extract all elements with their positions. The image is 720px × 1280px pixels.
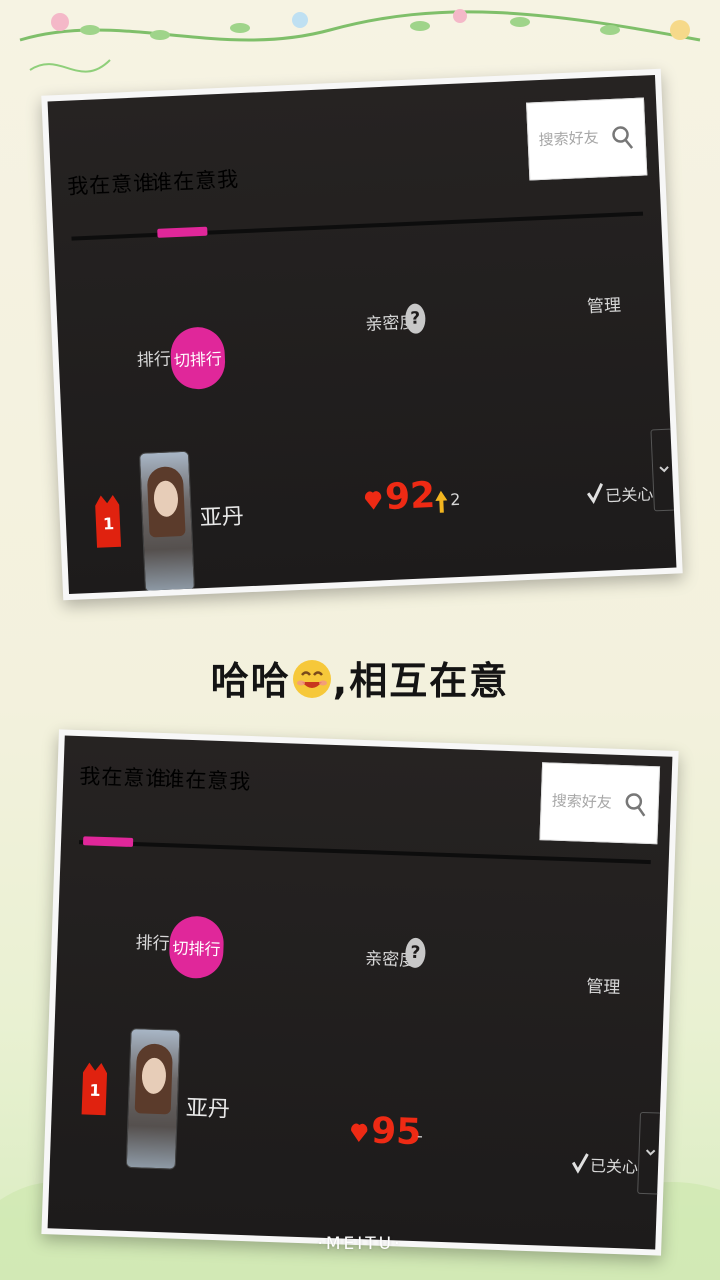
search-icon[interactable] [623, 790, 648, 819]
closeness-score: 95 [370, 1110, 422, 1154]
follow-status-button[interactable]: 已关心 [605, 480, 654, 506]
chevron-down-icon [645, 1149, 656, 1156]
user-name[interactable]: 亚丹 [199, 498, 244, 532]
avatar[interactable] [138, 450, 196, 593]
search-input[interactable]: 搜索好友 [526, 97, 648, 181]
app-screen: 我在意谁 谁在意我 搜索好友 排行 切排行 亲密度 ? 管理 1 亚丹 92 2… [47, 74, 677, 595]
more-options-button[interactable] [650, 428, 676, 512]
trend-change: - [416, 1126, 424, 1146]
search-input[interactable]: 搜索好友 [539, 762, 661, 845]
screenshot-card-bottom: 我在意谁 谁在意我 搜索好友 排行 切排行 亲密度 ? 管理 1 亚丹 95 -… [41, 729, 679, 1256]
tab-i-care-about[interactable]: 我在意谁 [79, 760, 168, 793]
column-rank-label: 排行 [136, 349, 172, 371]
smiling-face-icon [292, 660, 331, 698]
avatar[interactable] [125, 1028, 181, 1170]
app-screen: 我在意谁 谁在意我 搜索好友 排行 切排行 亲密度 ? 管理 1 亚丹 95 -… [47, 735, 673, 1250]
column-rank-label: 排行 [135, 933, 170, 955]
search-placeholder: 搜索好友 [551, 791, 613, 812]
rank-number: 1 [89, 1080, 101, 1100]
tab-indicator [82, 836, 134, 847]
heart-icon [364, 491, 382, 510]
switch-ranking-button[interactable]: 切排行 [169, 326, 227, 391]
help-icon[interactable]: ? [404, 303, 427, 335]
more-options-button[interactable] [637, 1111, 662, 1195]
caption-text: 哈哈 ,相互在意 [0, 650, 720, 705]
search-icon[interactable] [610, 123, 635, 152]
caption-text-before: 哈哈 [210, 659, 291, 703]
tab-divider [79, 840, 651, 865]
screenshot-card-top: 我在意谁 谁在意我 搜索好友 排行 切排行 亲密度 ? 管理 1 亚丹 92 2… [41, 68, 683, 601]
closeness-score: 92 [384, 474, 437, 519]
watermark: ·MEITU· [317, 1234, 403, 1254]
switch-ranking-button[interactable]: 切排行 [168, 915, 225, 980]
trend-up-icon [435, 490, 448, 513]
rank-number: 1 [102, 514, 115, 534]
tab-indicator [157, 226, 208, 238]
tab-who-cares-about-me[interactable]: 谁在意我 [163, 763, 252, 796]
check-icon [571, 1153, 589, 1174]
heart-icon [351, 1123, 368, 1143]
search-placeholder: 搜索好友 [538, 128, 600, 150]
tab-i-care-about[interactable]: 我在意谁 [67, 167, 156, 201]
trend-change: 2 [449, 489, 461, 510]
caption-text-after: ,相互在意 [332, 659, 510, 703]
help-icon[interactable]: ? [404, 937, 426, 969]
follow-status-button[interactable]: 已关心 [590, 1152, 639, 1178]
chevron-down-icon [659, 466, 669, 473]
check-icon [586, 483, 604, 505]
user-name[interactable]: 亚丹 [185, 1090, 230, 1124]
column-manage-label: 管理 [585, 976, 621, 999]
column-manage-label: 管理 [586, 295, 622, 318]
tab-who-cares-about-me[interactable]: 谁在意我 [150, 163, 240, 197]
